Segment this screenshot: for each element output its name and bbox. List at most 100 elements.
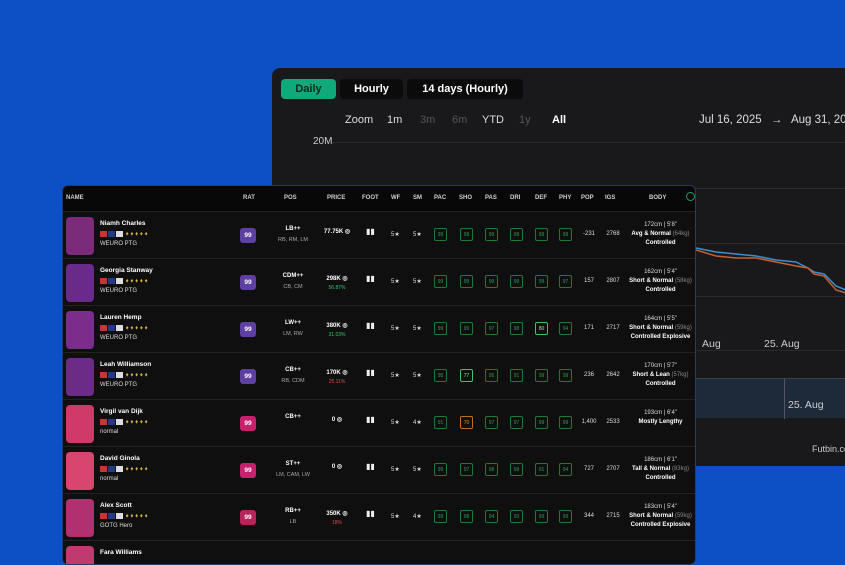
- player-name[interactable]: Fara Williams: [100, 549, 142, 556]
- player-name[interactable]: Leah Williamson: [100, 361, 151, 368]
- stat-pas: 99: [485, 275, 498, 288]
- player-name[interactable]: Niamh Charles: [100, 220, 146, 227]
- eye-icon[interactable]: [686, 192, 695, 201]
- date-range[interactable]: Jul 16, 2025 → Aug 31, 2025: [699, 114, 845, 126]
- tab-daily[interactable]: Daily: [281, 79, 336, 99]
- popularity: 727: [583, 466, 594, 472]
- card-version: GOTG Hero: [100, 523, 133, 529]
- player-name[interactable]: Lauren Hemp: [100, 314, 142, 321]
- zoom-1y[interactable]: 1y: [519, 114, 531, 126]
- col-dri[interactable]: DRI: [510, 195, 520, 201]
- col-pas[interactable]: PAS: [485, 195, 497, 201]
- col-sm[interactable]: SM: [413, 195, 422, 201]
- zoom-label: Zoom: [345, 114, 374, 126]
- player-badges: ♦ ♦ ♦ ♦ ♦: [100, 372, 148, 379]
- col-foot[interactable]: FOOT: [362, 195, 379, 201]
- player-name[interactable]: Alex Scott: [100, 502, 132, 509]
- body-type: Tall & Normal (83kg): [632, 466, 689, 472]
- stat-dri: 91: [510, 369, 523, 382]
- zoom-ytd[interactable]: YTD: [482, 114, 504, 126]
- table-row[interactable]: Fara Williams: [63, 540, 695, 564]
- card-version: normal: [100, 476, 119, 482]
- navigator-handle[interactable]: [784, 379, 785, 419]
- rating-badge: 99: [240, 463, 256, 478]
- card-version: WEURO PTG: [100, 241, 137, 247]
- club-icon: [108, 466, 115, 472]
- price: 77.75K ◎: [323, 229, 351, 235]
- league-icon: [116, 325, 123, 331]
- player-name[interactable]: Virgil van Dijk: [100, 408, 143, 415]
- league-icon: [116, 466, 123, 472]
- body-type: Short & Normal (58kg): [629, 278, 692, 284]
- zoom-3m[interactable]: 3m: [420, 114, 435, 126]
- table-row[interactable]: Alex Scott ♦ ♦ ♦ ♦ ♦ GOTG Hero 99 RB++ LB 350…: [63, 493, 695, 540]
- stat-pac: 99: [434, 275, 447, 288]
- table-row[interactable]: Georgia Stanway ♦ ♦ ♦ ♦ ♦ WEURO PTG 99 CDM+…: [63, 258, 695, 305]
- alt-positions: LB: [289, 519, 297, 525]
- table-row[interactable]: Lauren Hemp ♦ ♦ ♦ ♦ ♦ WEURO PTG 99 LW++ LM, …: [63, 305, 695, 352]
- foot-icon: ▮▮: [366, 321, 375, 330]
- tab-hourly[interactable]: Hourly: [340, 79, 403, 99]
- rating-badge: 99: [240, 322, 256, 337]
- zoom-6m[interactable]: 6m: [452, 114, 467, 126]
- stat-dri: 98: [510, 322, 523, 335]
- rating-badge: 99: [240, 228, 256, 243]
- col-sho[interactable]: SHO: [459, 195, 472, 201]
- col-wf[interactable]: WF: [391, 195, 400, 201]
- club-icon: [108, 231, 115, 237]
- col-body[interactable]: BODY: [649, 195, 666, 201]
- col-pac[interactable]: PAC: [434, 195, 446, 201]
- player-name[interactable]: Georgia Stanway: [100, 267, 153, 274]
- rating-badge: 99: [240, 510, 256, 525]
- date-to[interactable]: Aug 31, 2025: [791, 114, 845, 126]
- col-rat[interactable]: RAT: [243, 195, 255, 201]
- skill-moves: 5★: [413, 232, 422, 238]
- date-from[interactable]: Jul 16, 2025: [699, 114, 762, 126]
- skill-moves: 5★: [413, 467, 422, 473]
- col-pos[interactable]: POS: [284, 195, 297, 201]
- price: 170K ◎: [326, 370, 348, 376]
- position: ST++: [285, 461, 301, 467]
- player-name[interactable]: David Ginola: [100, 455, 140, 462]
- col-name[interactable]: NAME: [66, 195, 84, 201]
- league-icon: [116, 513, 123, 519]
- player-card-image: [66, 264, 94, 302]
- body-height: 164cm | 5'5": [644, 316, 677, 322]
- table-row[interactable]: Leah Williamson ♦ ♦ ♦ ♦ ♦ WEURO PTG 99 CB++…: [63, 352, 695, 399]
- price-lines: [696, 247, 845, 294]
- stat-def: 99: [535, 416, 548, 429]
- col-igs[interactable]: IGS: [605, 195, 615, 201]
- col-phy[interactable]: PHY: [559, 195, 571, 201]
- stat-pac: 99: [434, 463, 447, 476]
- flag-icon: [100, 372, 107, 378]
- accel-type: Controlled: [645, 287, 676, 293]
- tab-14-days-hourly[interactable]: 14 days (Hourly): [407, 79, 523, 99]
- flag-icon: [100, 325, 107, 331]
- accel-type: Controlled: [645, 381, 676, 387]
- weak-foot: 5★: [391, 373, 400, 379]
- skill-moves: 4★: [413, 514, 422, 520]
- body-type: Short & Lean (57kg): [632, 372, 689, 378]
- accel-type: Controlled Explosive: [630, 522, 691, 528]
- table-row[interactable]: Niamh Charles ♦ ♦ ♦ ♦ ♦ WEURO PTG 99 LB++ RB…: [63, 211, 695, 258]
- body-type: Avg & Normal (64kg): [631, 231, 690, 237]
- league-icon: [116, 372, 123, 378]
- foot-icon: ▮▮: [366, 415, 375, 424]
- zoom-all[interactable]: All: [552, 114, 566, 126]
- table-row[interactable]: Virgil van Dijk ♦ ♦ ♦ ♦ ♦ normal 99 CB++ 0 ◎…: [63, 399, 695, 446]
- skill-moves: 5★: [413, 279, 422, 285]
- player-badges: ♦ ♦ ♦ ♦ ♦: [100, 419, 148, 426]
- col-price[interactable]: PRICE: [327, 195, 345, 201]
- stat-dri: 99: [510, 275, 523, 288]
- stat-phy: 99: [559, 228, 572, 241]
- col-def[interactable]: DEF: [535, 195, 547, 201]
- col-pop[interactable]: POP: [581, 195, 594, 201]
- zoom-1m[interactable]: 1m: [387, 114, 402, 126]
- stat-sho: 97: [460, 463, 473, 476]
- flag-icon: [100, 466, 107, 472]
- stat-dri: 97: [510, 416, 523, 429]
- table-row[interactable]: David Ginola ♦ ♦ ♦ ♦ ♦ normal 99 ST++ LM, CA…: [63, 446, 695, 493]
- body-type: Mostly Lengthy: [638, 419, 683, 425]
- navigator[interactable]: 25. Aug: [692, 378, 845, 419]
- price: 0 ◎: [331, 464, 343, 470]
